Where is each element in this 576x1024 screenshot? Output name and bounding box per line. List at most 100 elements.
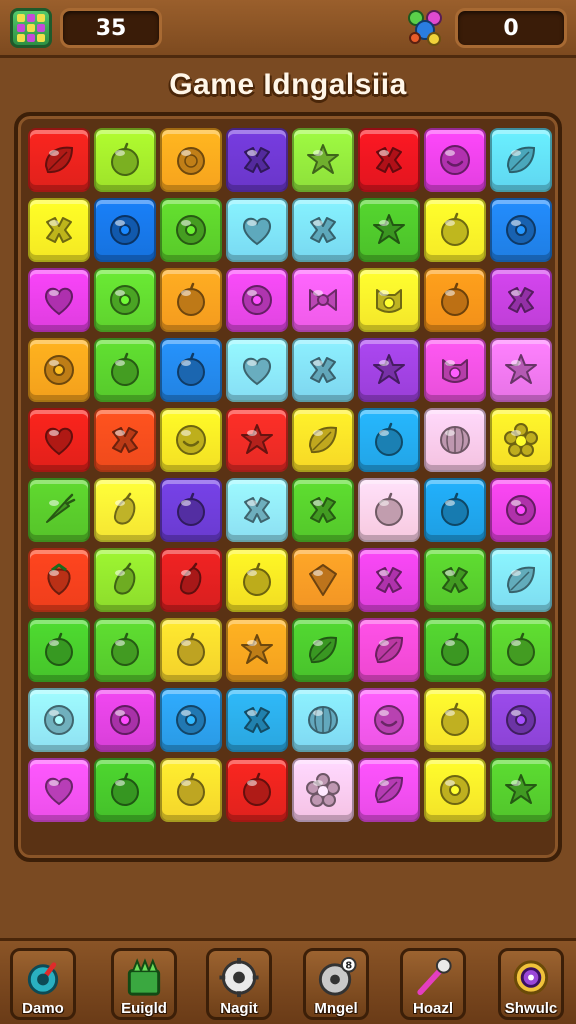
tile-flower[interactable] (292, 758, 354, 822)
tile-plum[interactable] (28, 618, 90, 682)
level-grid-button[interactable] (10, 8, 52, 48)
tile-x[interactable] (424, 548, 486, 612)
tile-star[interactable] (490, 338, 552, 402)
tile-strawberry[interactable] (28, 548, 90, 612)
apple-icon (243, 562, 271, 596)
tile-plum[interactable] (424, 618, 486, 682)
tile-kite[interactable] (292, 548, 354, 612)
tile-donut[interactable] (490, 478, 552, 542)
donut-icon (176, 705, 206, 735)
tile-orange[interactable] (160, 128, 222, 192)
apple-icon (441, 702, 469, 736)
x-icon (244, 707, 270, 733)
tile-pepper[interactable] (160, 548, 222, 612)
ring-icon (513, 960, 549, 995)
tile-heart[interactable] (28, 758, 90, 822)
tile-apple[interactable] (424, 688, 486, 752)
tile-donut[interactable] (94, 268, 156, 332)
tile-x[interactable] (226, 688, 288, 752)
tile-pepper[interactable] (94, 478, 156, 542)
star-icon (373, 214, 405, 244)
tile-x[interactable] (292, 198, 354, 262)
tool-button-hook[interactable]: Damo (10, 948, 76, 1020)
tile-bow[interactable] (292, 268, 354, 332)
tile-donut[interactable] (160, 198, 222, 262)
tile-x[interactable] (292, 338, 354, 402)
tool-button-wand[interactable]: Hoazl (400, 948, 466, 1020)
tile-apple[interactable] (424, 198, 486, 262)
tile-melon[interactable] (292, 688, 354, 752)
tile-plum[interactable] (358, 408, 420, 472)
tile-melon[interactable] (424, 408, 486, 472)
tile-x[interactable] (94, 408, 156, 472)
tile-donut[interactable] (160, 688, 222, 752)
tile-smiley[interactable] (358, 688, 420, 752)
leaf-icon (506, 146, 536, 174)
tile-x[interactable] (358, 548, 420, 612)
tile-x[interactable] (226, 128, 288, 192)
tile-donut[interactable] (424, 758, 486, 822)
tool-button-ring[interactable]: Shwulc (498, 948, 564, 1020)
tool-button-compass[interactable]: 8 Mngel (303, 948, 369, 1020)
tile-candy[interactable] (490, 548, 552, 612)
tile-plum[interactable] (160, 478, 222, 542)
tile-leaf[interactable] (292, 408, 354, 472)
tile-apple[interactable] (94, 758, 156, 822)
tile-cat[interactable] (358, 268, 420, 332)
tile-apple[interactable] (226, 548, 288, 612)
tile-apple[interactable] (160, 618, 222, 682)
tile-star[interactable] (358, 338, 420, 402)
tile-apple[interactable] (94, 338, 156, 402)
tile-donut[interactable] (28, 688, 90, 752)
tile-star[interactable] (226, 408, 288, 472)
tile-leaf[interactable] (490, 128, 552, 192)
tile-donut[interactable] (490, 688, 552, 752)
tile-donut[interactable] (490, 198, 552, 262)
tile-leaf[interactable] (292, 618, 354, 682)
tile-plum[interactable] (424, 268, 486, 332)
tile-plum[interactable] (160, 338, 222, 402)
tile-leaf[interactable] (358, 758, 420, 822)
tile-apple[interactable] (160, 268, 222, 332)
tile-apple[interactable] (94, 618, 156, 682)
tile-star[interactable] (226, 618, 288, 682)
level-grid-icon (17, 14, 45, 42)
star-icon (241, 424, 273, 454)
tile-donut[interactable] (94, 198, 156, 262)
tool-button-gear[interactable]: Nagit (206, 948, 272, 1020)
tile-heart[interactable] (226, 198, 288, 262)
tile-heart[interactable] (28, 268, 90, 332)
tile-plum[interactable] (160, 758, 222, 822)
tile-plum[interactable] (424, 478, 486, 542)
tile-pepper[interactable] (94, 548, 156, 612)
x-icon (310, 357, 336, 383)
tile-x[interactable] (28, 198, 90, 262)
tile-smiley[interactable] (424, 128, 486, 192)
tile-star[interactable] (490, 758, 552, 822)
tile-heart[interactable] (28, 408, 90, 472)
heart-icon (242, 357, 272, 386)
tile-carrot[interactable] (28, 478, 90, 542)
tile-donut[interactable] (28, 338, 90, 402)
tile-x[interactable] (292, 478, 354, 542)
tile-cat[interactable] (424, 338, 486, 402)
tile-x[interactable] (226, 478, 288, 542)
tile-plum[interactable] (226, 758, 288, 822)
tile-donut[interactable] (94, 688, 156, 752)
tile-star[interactable] (358, 198, 420, 262)
tool-button-grass[interactable]: Euigld (111, 948, 177, 1020)
leaf-icon (308, 636, 338, 664)
tile-apple[interactable] (358, 478, 420, 542)
tile-flower[interactable] (490, 408, 552, 472)
tile-x[interactable] (490, 268, 552, 332)
tile-x[interactable] (358, 128, 420, 192)
tile-leaf[interactable] (28, 128, 90, 192)
tile-donut[interactable] (226, 268, 288, 332)
tile-smiley[interactable] (160, 408, 222, 472)
tile-heart[interactable] (226, 338, 288, 402)
gift-icon[interactable] (404, 6, 446, 48)
tile-leaf[interactable] (358, 618, 420, 682)
tile-star[interactable] (292, 128, 354, 192)
tile-apple[interactable] (94, 128, 156, 192)
tile-plum[interactable] (490, 618, 552, 682)
